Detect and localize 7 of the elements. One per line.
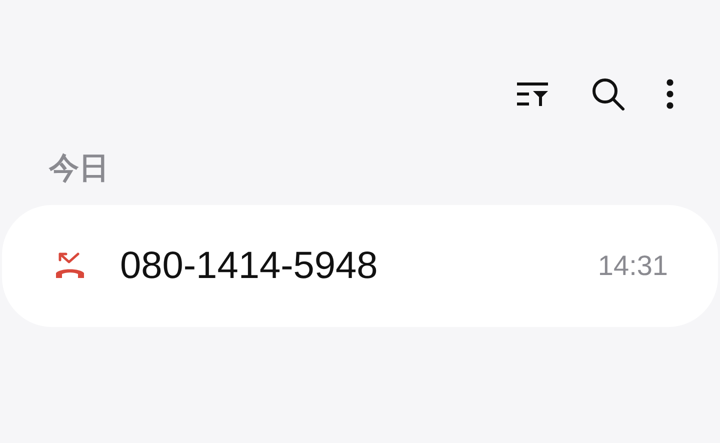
filter-icon[interactable] — [516, 81, 550, 107]
call-time: 14:31 — [598, 249, 668, 283]
phone-number: 080-1414-5948 — [120, 244, 379, 288]
section-title: 今日 — [49, 152, 109, 185]
call-log-item[interactable]: 080-1414-5948 14:31 — [2, 205, 718, 327]
more-icon[interactable] — [666, 79, 674, 109]
search-icon[interactable] — [590, 76, 626, 112]
